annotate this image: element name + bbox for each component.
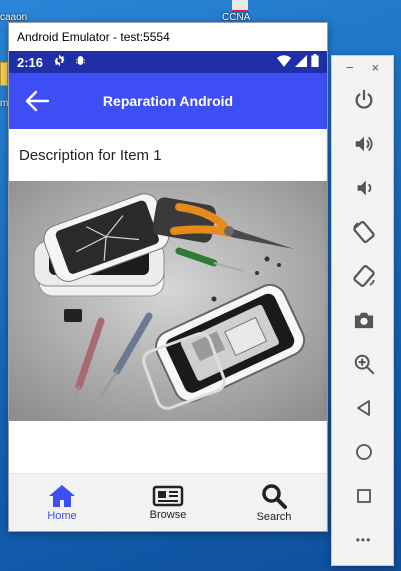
zoom-button[interactable] — [332, 342, 395, 386]
nav-home[interactable]: Home — [22, 484, 102, 522]
emulator-window: Android Emulator - test:5554 2:16 Repara… — [8, 22, 328, 532]
bottom-navigation: Home Browse Search — [9, 473, 327, 531]
zoom-icon — [354, 354, 374, 375]
folder-icon[interactable] — [0, 62, 8, 86]
volume-down-button[interactable] — [332, 166, 395, 210]
home-icon — [49, 484, 75, 507]
home-nav-button[interactable] — [332, 430, 395, 474]
phone-repair-image — [9, 181, 327, 421]
rotate-right-icon — [352, 264, 375, 288]
nav-browse[interactable]: Browse — [128, 485, 208, 521]
ccna-shortcut-icon[interactable] — [232, 0, 248, 12]
nav-search[interactable]: Search — [234, 483, 314, 523]
power-icon — [355, 89, 372, 109]
item-detail: Description for Item 1 — [9, 129, 327, 421]
emulator-toolbar: − × ••• — [331, 55, 394, 566]
signal-icon — [295, 54, 307, 70]
camera-icon — [354, 312, 373, 329]
overview-nav-button[interactable] — [332, 474, 395, 518]
overview-icon — [356, 489, 371, 503]
back-button[interactable] — [9, 73, 65, 129]
screenshot-button[interactable] — [332, 298, 395, 342]
arrow-back-icon — [25, 90, 50, 112]
close-button[interactable]: × — [372, 60, 380, 75]
phone-screen: 2:16 Reparation Android Description for … — [9, 51, 327, 531]
power-button[interactable] — [332, 78, 395, 122]
more-button[interactable]: ••• — [332, 518, 395, 562]
home-circle-icon — [355, 444, 372, 460]
settings-gear-icon — [53, 54, 66, 70]
volume-up-icon — [355, 136, 372, 152]
status-time: 2:16 — [17, 54, 44, 70]
back-nav-button[interactable] — [332, 386, 395, 430]
nav-home-label: Home — [47, 509, 77, 522]
wifi-icon — [277, 54, 291, 70]
window-titlebar[interactable]: Android Emulator - test:5554 — [9, 23, 327, 51]
nav-browse-label: Browse — [149, 508, 187, 521]
toolbar-window-controls: − × — [332, 56, 393, 78]
app-bar: Reparation Android — [9, 73, 327, 129]
desktop-icon-label: me — [0, 98, 8, 109]
battery-icon — [311, 54, 319, 70]
item-description: Description for Item 1 — [19, 146, 162, 164]
back-icon — [356, 400, 370, 416]
rotate-left-icon — [352, 220, 375, 244]
status-bar: 2:16 — [9, 51, 327, 73]
volume-down-icon — [357, 180, 371, 196]
rotate-right-button[interactable] — [332, 254, 395, 298]
nav-search-label: Search — [256, 510, 292, 523]
search-icon — [262, 483, 287, 509]
window-title: Android Emulator - test:5554 — [17, 30, 170, 44]
browse-icon — [152, 485, 184, 506]
more-icon: ••• — [355, 533, 372, 547]
debug-bug-icon — [74, 54, 87, 70]
rotate-left-button[interactable] — [332, 210, 395, 254]
minimize-button[interactable]: − — [346, 60, 354, 75]
volume-up-button[interactable] — [332, 122, 395, 166]
